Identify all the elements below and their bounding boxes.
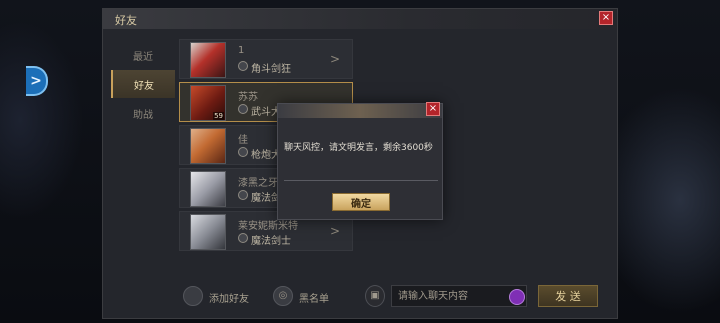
chevron-right-icon[interactable]: > — [330, 52, 340, 66]
tab-recent[interactable]: 最近 — [111, 41, 175, 69]
friend-name: 佳 — [238, 135, 248, 146]
avatar: 59 — [190, 85, 226, 121]
avatar — [190, 171, 226, 207]
panel-title-bar: 好友 × — [103, 9, 617, 29]
avatar — [190, 128, 226, 164]
class-emblem-icon — [238, 233, 248, 243]
add-friend-icon[interactable] — [183, 286, 203, 306]
level-badge: 59 — [213, 112, 224, 120]
chat-input[interactable] — [391, 285, 527, 307]
blacklist-eye-icon[interactable]: ◎ — [273, 286, 293, 306]
confirm-button[interactable]: 确定 — [332, 193, 390, 211]
dialog-header: × — [278, 102, 442, 118]
tab-assist[interactable]: 助战 — [111, 99, 175, 127]
dialog-divider — [284, 180, 438, 181]
dialog-message: 聊天风控，请文明发言，剩余3600秒 — [284, 143, 433, 153]
avatar — [190, 214, 226, 250]
panel-close-icon[interactable]: × — [599, 11, 613, 25]
list-item[interactable]: 1 角斗剑狂 > — [179, 39, 353, 79]
blacklist-button[interactable]: 黑名单 — [299, 290, 329, 305]
chevron-right-icon[interactable]: > — [330, 224, 340, 238]
friend-class: 角斗剑狂 — [251, 64, 291, 75]
panel-title: 好友 — [115, 14, 137, 27]
friend-name: 漆黑之牙 — [238, 178, 278, 189]
panel-tabs: 最近 好友 助战 — [111, 41, 175, 128]
add-friend-button[interactable]: 添加好友 — [209, 290, 249, 305]
chat-bottom-bar: 添加好友 ◎ 黑名单 ▣ 发 送 — [183, 283, 613, 309]
class-emblem-icon — [238, 104, 248, 114]
trash-icon[interactable]: ▣ — [365, 285, 385, 307]
dialog-close-icon[interactable]: × — [426, 102, 440, 116]
emoji-icon[interactable] — [509, 289, 525, 305]
class-emblem-icon — [238, 190, 248, 200]
class-emblem-icon — [238, 147, 248, 157]
friend-name: 1 — [238, 45, 245, 56]
send-button[interactable]: 发 送 — [538, 285, 598, 307]
friend-name: 苏苏 — [238, 92, 258, 103]
tab-friends[interactable]: 好友 — [111, 70, 175, 98]
class-emblem-icon — [238, 61, 248, 71]
avatar — [190, 42, 226, 78]
chat-restriction-dialog: × 聊天风控，请文明发言，剩余3600秒 确定 — [277, 102, 443, 220]
friend-class: 魔法剑士 — [251, 236, 291, 247]
